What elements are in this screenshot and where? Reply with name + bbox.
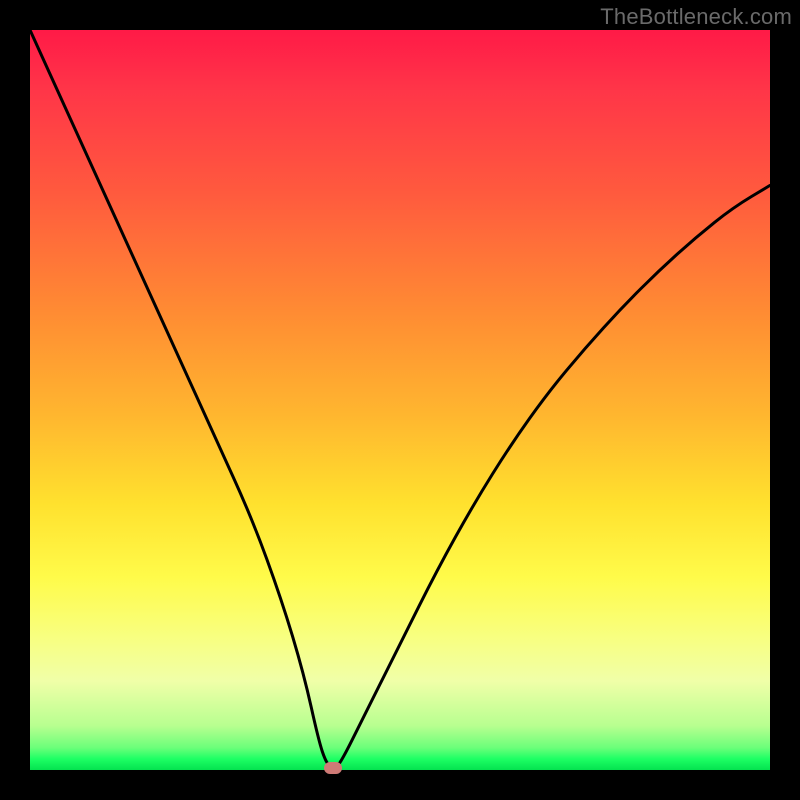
bottleneck-curve [30,30,770,770]
chart-frame: TheBottleneck.com [0,0,800,800]
min-marker [324,762,342,774]
watermark-text: TheBottleneck.com [600,4,792,30]
plot-area [30,30,770,770]
